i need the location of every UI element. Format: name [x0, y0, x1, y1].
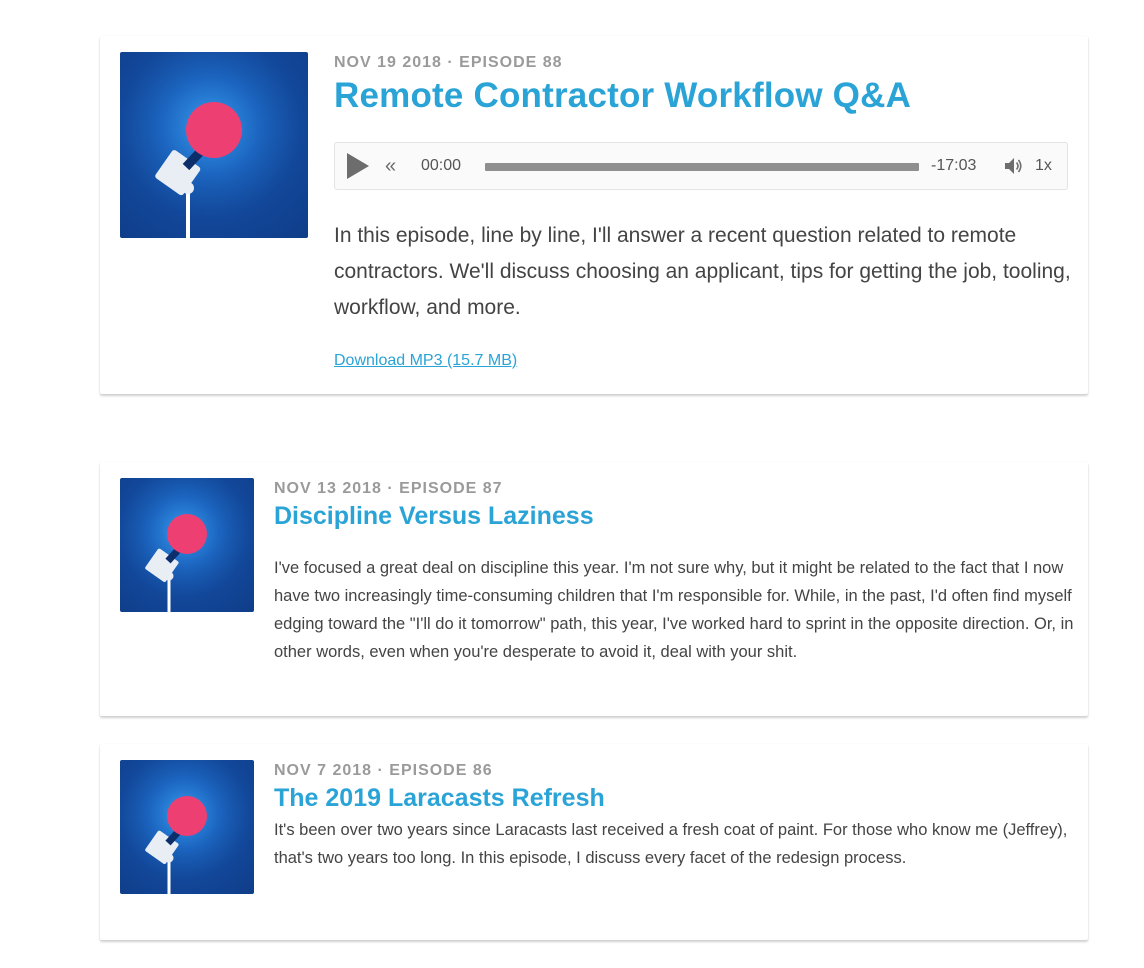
episode-meta: NOV 19 2018 · EPISODE 88 — [334, 54, 563, 71]
download-mp3-link[interactable]: Download MP3 (15.7 MB) — [334, 352, 517, 370]
microphone-icon — [120, 478, 254, 612]
episode-description: I've focused a great deal on discipline … — [274, 559, 1074, 661]
microphone-icon — [120, 52, 308, 238]
episode-description: It's been over two years since Laracasts… — [274, 821, 1068, 867]
episode-artwork[interactable] — [120, 760, 254, 894]
episode-artwork[interactable] — [120, 478, 254, 612]
microphone-icon — [120, 760, 254, 894]
episode-description: In this episode, line by line, I'll answ… — [334, 224, 1071, 319]
playback-speed-button[interactable]: 1x — [1035, 157, 1052, 175]
episode-title[interactable]: The 2019 Laracasts Refresh — [274, 784, 605, 813]
audio-player: « 00:00 -17:03 1x — [334, 142, 1068, 190]
progress-bar[interactable] — [485, 163, 919, 171]
volume-icon[interactable] — [1003, 155, 1023, 177]
episode-card-featured: NOV 19 2018 · EPISODE 88 Remote Contract… — [100, 36, 1088, 394]
episode-list: NOV 19 2018 · EPISODE 88 Remote Contract… — [0, 0, 1144, 968]
episode-meta: NOV 7 2018 · EPISODE 86 — [274, 762, 493, 779]
play-icon[interactable] — [347, 153, 369, 179]
current-time: 00:00 — [421, 157, 462, 174]
episode-card: NOV 7 2018 · EPISODE 86 The 2019 Laracas… — [100, 744, 1088, 940]
episode-meta: NOV 13 2018 · EPISODE 87 — [274, 480, 503, 497]
remaining-time: -17:03 — [931, 157, 977, 174]
episode-title[interactable]: Remote Contractor Workflow Q&A — [334, 76, 911, 116]
episode-card: NOV 13 2018 · EPISODE 87 Discipline Vers… — [100, 462, 1088, 716]
rewind-icon[interactable]: « — [385, 155, 396, 177]
episode-artwork[interactable] — [120, 52, 308, 238]
episode-title[interactable]: Discipline Versus Laziness — [274, 502, 594, 531]
